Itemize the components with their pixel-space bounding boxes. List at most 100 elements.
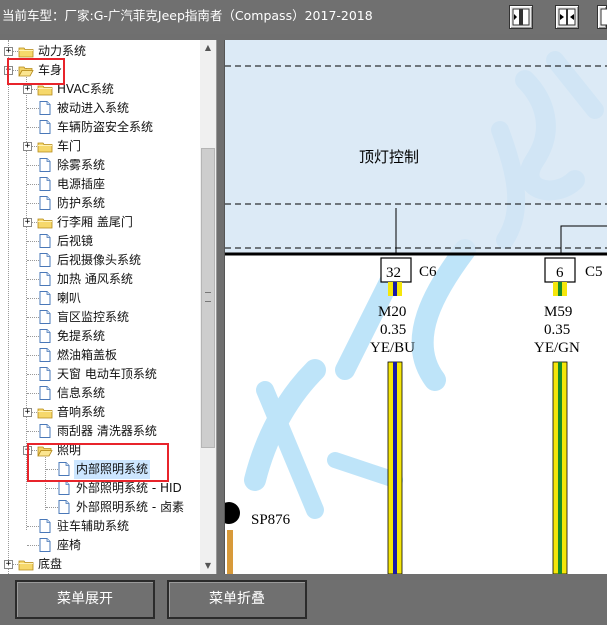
split-right-icon [600,8,607,26]
expand-menu-button[interactable]: 菜单展开 [15,580,155,619]
tree-item[interactable]: 天窗 电动车顶系统 [0,365,200,384]
tree-item[interactable]: 后视摄像头系统 [0,251,200,270]
tree-item-label: 车辆防盗安全系统 [57,120,154,134]
document-icon [39,310,51,324]
expand-icon[interactable]: + [4,560,13,569]
splice-dot [225,502,240,524]
expand-icon[interactable]: + [23,218,32,227]
tree-item[interactable]: 车辆防盗安全系统 [0,118,200,137]
tree-item-label: 外部照明系统 - 卤素 [76,500,184,514]
document-icon [39,519,51,533]
tree-item[interactable]: 信息系统 [0,384,200,403]
tree-item[interactable]: 被动进入系统 [0,99,200,118]
gauge-2: 0.35 [544,322,570,338]
bottom-toolbar: 菜单展开 菜单折叠 [0,574,607,625]
split-center-button[interactable] [555,5,579,29]
folder-icon [37,406,53,419]
folder-icon [37,140,53,153]
document-icon [39,272,51,286]
tree-item[interactable]: 除雾系统 [0,156,200,175]
tree-item[interactable]: 加热 通风系统 [0,270,200,289]
folder-icon [37,216,53,229]
document-icon [58,481,70,495]
tree-item-label: 天窗 电动车顶系统 [57,367,157,381]
diagram-canvas: 顶灯控制 32 C6 M20 0.35 YE/BU 6 C5 M59 0.35 … [225,40,607,574]
document-icon [39,329,51,343]
tree-item-label: 信息系统 [57,386,106,400]
tree-item-label: 车门 [57,139,82,153]
tree-item-label: 底盘 [38,557,63,571]
tree-item[interactable]: 后视镜 [0,232,200,251]
tree-item[interactable]: 盲区监控系统 [0,308,200,327]
pin-number-2: 6 [556,265,564,281]
highlight-box-interior-lighting [27,443,169,482]
tree-item[interactable]: 雨刮器 清洗器系统 [0,422,200,441]
tree-item-label: 驻车辅助系统 [57,519,130,533]
tree-panel: + 动力系统 − 车身 + HVAC系统 被动进入系统 车辆防盗安全系统 + 车门 除雾系统 电源插座… [0,40,217,574]
document-icon [39,101,51,115]
tree-item-label: 免提系统 [57,329,106,343]
circuit-1: M20 [378,304,406,320]
document-icon [39,291,51,305]
scroll-down-icon[interactable]: ▼ [200,558,216,574]
expand-icon[interactable]: + [4,47,13,56]
expand-icon[interactable]: + [23,142,32,151]
document-icon [39,177,51,191]
wire-color-2: YE/GN [534,340,580,356]
tree-item[interactable]: + 音响系统 [0,403,200,422]
document-icon [39,386,51,400]
split-left-icon [512,8,530,26]
connector-2: C5 [585,264,603,280]
tree-item-label: 音响系统 [57,405,106,419]
folder-icon [18,45,34,58]
module-label: 顶灯控制 [359,149,419,166]
document-icon [39,348,51,362]
navigation-tree: + 动力系统 − 车身 + HVAC系统 被动进入系统 车辆防盗安全系统 + 车门 除雾系统 电源插座… [0,40,200,574]
tree-item-label: HVAC系统 [57,82,114,96]
module-block [225,40,607,254]
document-icon [58,500,70,514]
tree-item-label: 座椅 [57,538,82,552]
tree-item[interactable]: 座椅 [0,536,200,555]
expand-icon[interactable]: + [23,85,32,94]
document-icon [39,538,51,552]
tree-scrollbar[interactable]: ▲ ▼ [200,40,216,574]
splice-label: SP876 [251,512,291,528]
tree-item[interactable]: + 底盘 [0,555,200,574]
document-icon [39,196,51,210]
scroll-up-icon[interactable]: ▲ [200,40,216,56]
tree-item[interactable]: 外部照明系统 - 卤素 [0,498,200,517]
tree-item[interactable]: + 行李厢 盖尾门 [0,213,200,232]
gauge-1: 0.35 [380,322,406,338]
tree-item-label: 后视镜 [57,234,94,248]
pin-number-1: 32 [386,265,401,281]
document-icon [39,367,51,381]
tree-item[interactable]: 喇叭 [0,289,200,308]
tree-item-label: 电源插座 [57,177,106,191]
scroll-thumb[interactable] [201,148,215,448]
tree-item[interactable]: 燃油箱盖板 [0,346,200,365]
tree-item[interactable]: + 车门 [0,137,200,156]
tree-item-label: 后视摄像头系统 [57,253,142,267]
wire-color-1: YE/BU [370,340,415,356]
document-icon [39,158,51,172]
tree-item-label: 防护系统 [57,196,106,210]
split-left-button[interactable] [509,5,533,29]
tree-item-label: 喇叭 [57,291,82,305]
tree-item[interactable]: 免提系统 [0,327,200,346]
tree-item-label: 燃油箱盖板 [57,348,118,362]
folder-icon [18,558,34,571]
document-icon [39,424,51,438]
tree-item-label: 被动进入系统 [57,101,130,115]
document-icon [39,234,51,248]
tree-item-label: 加热 通风系统 [57,272,133,286]
split-right-button[interactable] [597,5,607,29]
circuit-2: M59 [544,304,572,320]
expand-icon[interactable]: + [23,408,32,417]
collapse-menu-button[interactable]: 菜单折叠 [167,580,307,619]
tree-item[interactable]: 驻车辅助系统 [0,517,200,536]
tree-item[interactable]: 电源插座 [0,175,200,194]
wiring-diagram[interactable]: 顶灯控制 32 C6 M20 0.35 YE/BU 6 C5 M59 0.35 … [224,40,607,574]
tree-item[interactable]: 防护系统 [0,194,200,213]
tree-item-label: 雨刮器 清洗器系统 [57,424,157,438]
